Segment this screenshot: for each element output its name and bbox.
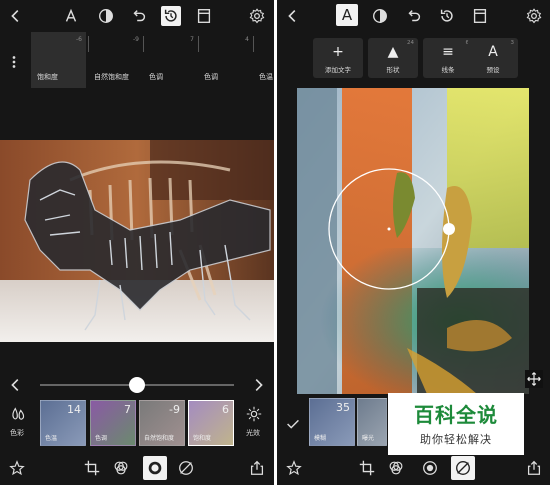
filter-label: 色温 (45, 435, 58, 442)
filter-value: 7 (124, 403, 131, 416)
share-icon[interactable] (524, 458, 544, 478)
slider-prev-icon[interactable] (6, 375, 26, 395)
preset-text-icon: A (488, 44, 498, 60)
adjustment-label: 色调 (149, 73, 163, 81)
history-icon[interactable] (161, 6, 181, 26)
tool-label: 添加文字 (325, 66, 351, 74)
compare-icon[interactable] (194, 6, 214, 26)
adjustment-label: 色温 (259, 73, 273, 81)
text-tool-button[interactable]: A (336, 4, 358, 26)
photo-dinosaur-skeleton[interactable] (0, 140, 274, 342)
filter-label: 饱和度 (193, 435, 212, 442)
adjustment-value: -9 (133, 36, 139, 43)
back-icon[interactable] (283, 6, 303, 26)
left-screen: -6 饱和度 -9 自然饱和度 7 色调 4 色调 色温 色彩 14 色温 7 … (0, 0, 274, 485)
adjustment-label: 色调 (204, 73, 218, 81)
settings-gear-icon[interactable] (524, 6, 544, 26)
adjustment-label: 饱和度 (37, 73, 58, 81)
watermark-logo: 百科全说 助你轻松解决 (388, 393, 524, 455)
filter-label: 色调 (95, 435, 108, 442)
filter-card-saturation[interactable]: 6 饱和度 (188, 400, 234, 446)
filter-card-blur[interactable]: 35 模糊 (309, 398, 355, 446)
lines-icon: ≡ (442, 44, 454, 60)
filter-value: -9 (169, 403, 180, 416)
filter-label: 自然饱和度 (144, 435, 175, 442)
tool-label: 线条 (441, 66, 455, 74)
more-vertical-icon[interactable] (4, 52, 24, 72)
triangle-icon: ▲ (387, 44, 399, 60)
undo-icon[interactable] (404, 6, 424, 26)
filters-circles-icon[interactable] (386, 458, 406, 478)
undo-icon[interactable] (129, 6, 149, 26)
preset-button[interactable]: 3 A 预设 (468, 38, 518, 78)
adjustment-item[interactable]: -6 饱和度 (31, 32, 86, 88)
healing-icon[interactable] (176, 458, 196, 478)
adjustment-label: 自然饱和度 (94, 73, 129, 81)
watermark-title: 百科全说 (414, 403, 498, 427)
filter-label: 曝光 (362, 435, 375, 442)
share-icon[interactable] (247, 458, 267, 478)
color-label: 色彩 (10, 429, 24, 437)
move-handle-icon[interactable] (525, 370, 543, 388)
color-drops-icon[interactable] (8, 404, 28, 424)
adjustment-value: 4 (245, 36, 249, 43)
text-icon: A (341, 6, 353, 24)
filter-card-temperature[interactable]: 14 色温 (40, 400, 86, 446)
mask-icon[interactable] (370, 6, 390, 26)
compare-icon[interactable] (470, 6, 490, 26)
filter-value: 35 (336, 401, 350, 414)
healing-icon[interactable] (451, 456, 475, 480)
crop-icon[interactable] (357, 458, 377, 478)
filter-value: 6 (222, 403, 229, 416)
adjustment-value: 7 (190, 36, 194, 43)
adjustment-item[interactable]: 色温 (253, 32, 274, 88)
adjust-tab-icon[interactable] (143, 456, 167, 480)
light-effect-icon[interactable] (244, 404, 264, 424)
adjustment-item[interactable]: 7 色调 (143, 32, 198, 88)
filter-card-vibrance[interactable]: -9 自然饱和度 (139, 400, 185, 446)
tool-label: 预设 (486, 66, 500, 74)
slider-next-icon[interactable] (248, 375, 268, 395)
light-effect-label: 光效 (246, 429, 260, 437)
add-text-button[interactable]: + 添加文字 (313, 38, 363, 78)
adjust-tab-icon[interactable] (420, 458, 440, 478)
text-icon[interactable] (61, 6, 81, 26)
photo-lizard-plants[interactable] (297, 88, 529, 394)
intensity-slider-track[interactable] (40, 377, 234, 393)
filter-card-exposure[interactable]: 曝光 (357, 398, 387, 446)
lines-button[interactable]: 6 ≡ 线条 (423, 38, 473, 78)
mask-icon[interactable] (96, 6, 116, 26)
watermark-subtitle: 助你轻松解决 (420, 433, 492, 446)
settings-gear-icon[interactable] (247, 6, 267, 26)
top-toolbar: A (277, 0, 550, 32)
star-icon[interactable] (7, 458, 27, 478)
history-icon[interactable] (437, 6, 457, 26)
adjustment-item[interactable]: -9 自然饱和度 (88, 32, 143, 88)
filter-card-tint[interactable]: 7 色调 (90, 400, 136, 446)
adjustment-item[interactable]: 4 色调 (198, 32, 253, 88)
adjustment-value: -6 (76, 36, 82, 43)
plus-icon: + (332, 44, 344, 60)
confirm-check-icon[interactable] (283, 414, 303, 434)
filter-value: 14 (67, 403, 81, 416)
intensity-slider-knob[interactable] (129, 377, 145, 393)
filters-circles-icon[interactable] (111, 458, 131, 478)
top-toolbar (0, 0, 274, 32)
star-icon[interactable] (284, 458, 304, 478)
filter-label: 模糊 (314, 435, 327, 442)
tool-label: 形状 (386, 66, 400, 74)
crop-icon[interactable] (82, 458, 102, 478)
back-icon[interactable] (6, 6, 26, 26)
shape-button[interactable]: 24 ▲ 形状 (368, 38, 418, 78)
